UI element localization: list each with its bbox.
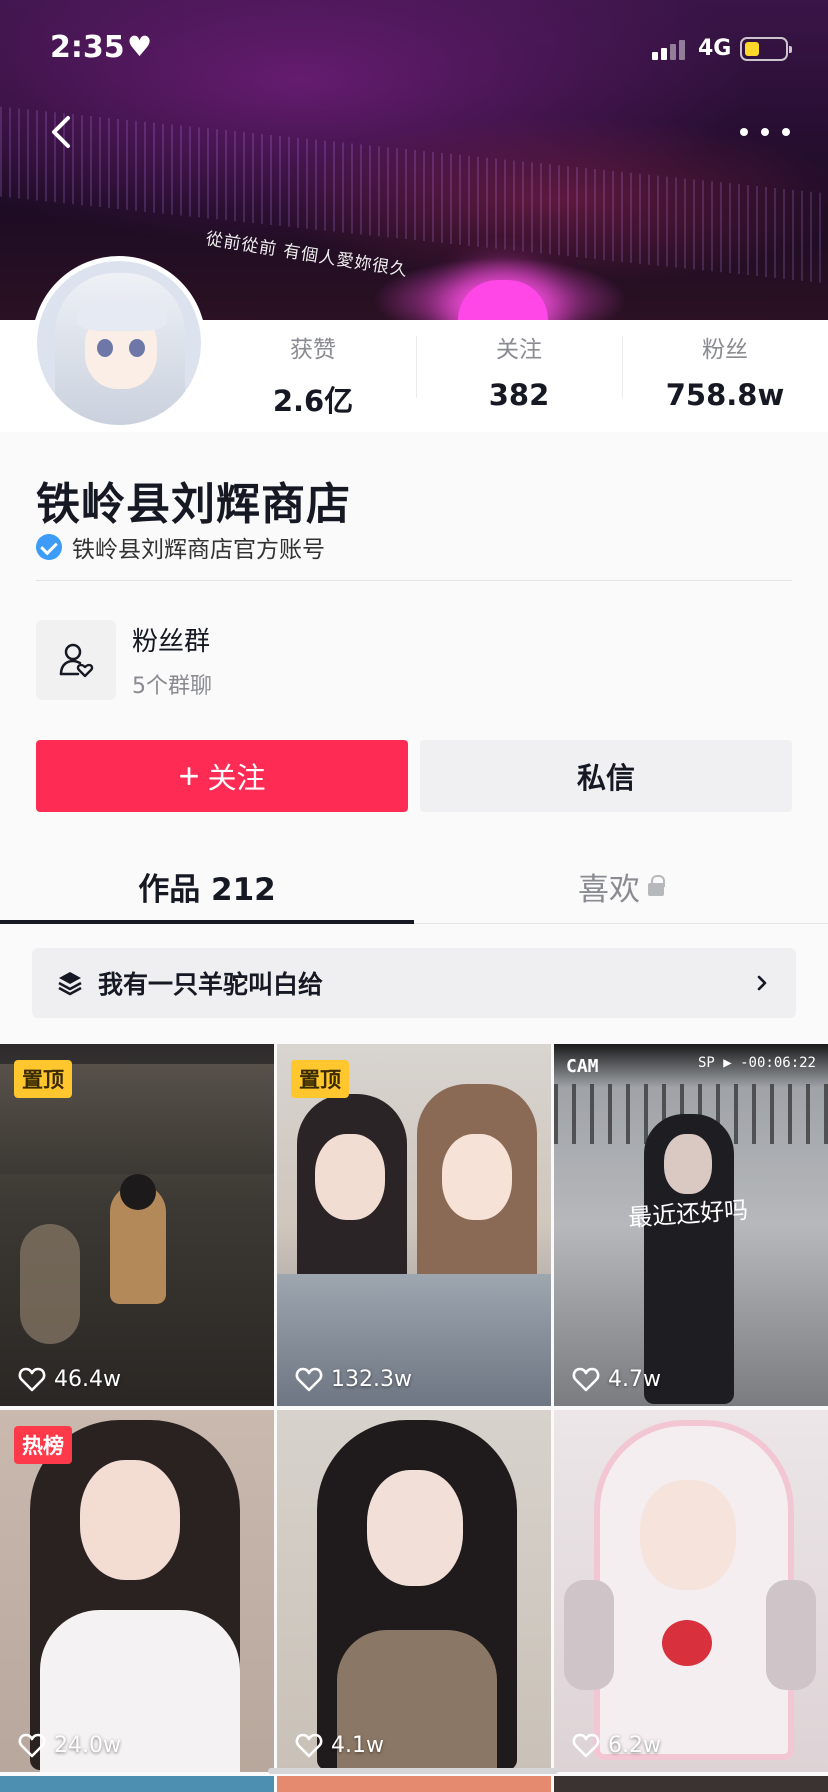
like-count-value: 6.2w	[608, 1732, 661, 1758]
more-dot-icon	[740, 128, 748, 136]
fan-group-subtitle: 5个群聊	[132, 673, 212, 699]
cam-overlay-text: CAM	[566, 1056, 599, 1077]
status-bar: 2:35 ♥ 4G	[0, 0, 828, 100]
more-options-button[interactable]	[740, 110, 790, 154]
divider	[36, 580, 792, 581]
pinned-badge: 置顶	[291, 1060, 349, 1098]
video-grid: 置顶 46.4w 置顶 132.3w CAM SP ▶ -00:06:22 最近…	[0, 1044, 828, 1792]
heart-outline-icon	[572, 1367, 600, 1392]
fan-group-title: 粉丝群	[132, 626, 211, 657]
heart-icon: ♥	[127, 30, 153, 63]
heart-outline-icon	[18, 1367, 46, 1392]
like-count: 6.2w	[572, 1732, 661, 1758]
follow-button[interactable]: + 关注	[36, 740, 408, 812]
video-thumbnail[interactable]: 置顶 132.3w	[277, 1044, 551, 1406]
status-time: 2:35	[50, 30, 125, 65]
follow-label: 关注	[207, 763, 266, 795]
network-type: 4G	[698, 36, 732, 61]
collection-bar[interactable]: 我有一只羊驼叫白给	[32, 948, 796, 1018]
like-count: 24.0w	[18, 1732, 121, 1758]
stat-value: 382	[488, 378, 550, 412]
stat-label: 获赞	[290, 337, 336, 363]
fan-group-entry[interactable]: 粉丝群 5个群聊	[36, 620, 436, 700]
more-dot-icon	[761, 128, 769, 136]
like-count-value: 132.3w	[331, 1366, 412, 1392]
heart-outline-icon	[295, 1367, 323, 1392]
verified-text: 铁岭县刘辉商店官方账号	[72, 537, 325, 563]
lock-icon	[648, 875, 665, 896]
video-thumbnail[interactable]	[0, 1776, 274, 1792]
tab-likes[interactable]: 喜欢	[414, 850, 828, 923]
stat-following[interactable]: 关注 382	[416, 328, 622, 412]
fan-group-icon	[36, 620, 116, 700]
like-count: 132.3w	[295, 1366, 412, 1392]
tab-works-label: 作品 212	[138, 872, 276, 908]
video-thumbnail[interactable]	[554, 1776, 828, 1792]
signal-icon	[652, 38, 688, 60]
scroll-indicator	[268, 1768, 558, 1774]
avatar[interactable]	[32, 256, 206, 430]
video-thumbnail[interactable]	[277, 1776, 551, 1792]
message-label: 私信	[576, 763, 635, 795]
video-thumbnail[interactable]: 置顶 46.4w	[0, 1044, 274, 1406]
stat-label: 粉丝	[702, 337, 748, 363]
profile-stats: 获赞 2.6亿 关注 382 粉丝 758.8w	[210, 328, 828, 418]
tab-works[interactable]: 作品 212	[0, 850, 414, 924]
heart-outline-icon	[572, 1733, 600, 1758]
video-thumbnail[interactable]: 6.2w	[554, 1410, 828, 1772]
verified-badge: 铁岭县刘辉商店官方账号	[36, 530, 325, 564]
like-count-value: 4.7w	[608, 1366, 661, 1392]
stat-label: 关注	[496, 337, 542, 363]
profile-name: 铁岭县刘辉商店	[36, 479, 351, 530]
back-button[interactable]	[40, 110, 84, 154]
like-count: 46.4w	[18, 1366, 121, 1392]
like-count: 4.1w	[295, 1732, 384, 1758]
more-dot-icon	[782, 128, 790, 136]
heart-outline-icon	[18, 1733, 46, 1758]
stat-value: 758.8w	[665, 378, 785, 412]
verified-check-icon	[36, 534, 62, 560]
cam-timestamp: SP ▶ -00:06:22	[697, 1055, 816, 1071]
message-button[interactable]: 私信	[420, 740, 792, 812]
pinned-badge: 置顶	[14, 1060, 72, 1098]
stat-value: 2.6亿	[272, 384, 354, 418]
like-count-value: 4.1w	[331, 1732, 384, 1758]
plus-icon: +	[178, 755, 200, 796]
content-tabs: 作品 212 喜欢	[0, 850, 828, 924]
cover-banner-text: 從前從前 有個人愛妳很久	[204, 229, 410, 281]
tab-likes-label: 喜欢	[578, 872, 640, 908]
video-thumbnail[interactable]: 4.1w	[277, 1410, 551, 1772]
battery-icon	[740, 37, 792, 61]
stat-likes[interactable]: 获赞 2.6亿	[210, 328, 416, 418]
stat-followers[interactable]: 粉丝 758.8w	[622, 328, 828, 412]
cover-heart-light	[458, 280, 548, 320]
heart-outline-icon	[295, 1733, 323, 1758]
chevron-right-icon	[757, 975, 767, 991]
video-thumbnail[interactable]: CAM SP ▶ -00:06:22 最近还好吗 4.7w	[554, 1044, 828, 1406]
trending-badge: 热榜	[14, 1426, 72, 1464]
video-thumbnail[interactable]: 热榜 24.0w	[0, 1410, 274, 1772]
chevron-left-icon	[52, 116, 70, 148]
collection-label: 我有一只羊驼叫白给	[98, 970, 324, 999]
layers-icon	[58, 972, 82, 996]
like-count-value: 46.4w	[54, 1366, 121, 1392]
like-count-value: 24.0w	[54, 1732, 121, 1758]
like-count: 4.7w	[572, 1366, 661, 1392]
